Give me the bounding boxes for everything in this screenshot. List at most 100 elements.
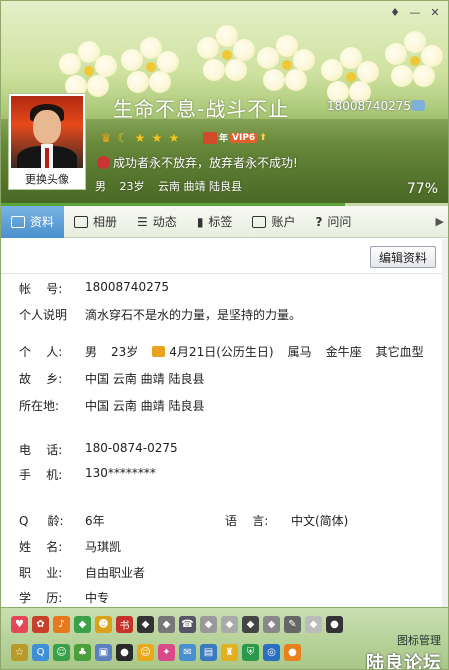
heart-icon[interactable]: ♥	[11, 616, 28, 633]
close-icon[interactable]: ✕	[428, 5, 442, 19]
pc-icon[interactable]: ▣	[95, 644, 112, 661]
vip-arrow-icon: ⬆	[259, 132, 267, 143]
flower-decoration	[321, 47, 381, 107]
icon-manage-link[interactable]: 图标管理	[397, 632, 441, 648]
clover-icon[interactable]: ♣	[74, 644, 91, 661]
diamond-silver-icon[interactable]: ◆	[200, 616, 217, 633]
bomb-icon[interactable]: ●	[326, 616, 343, 633]
bookmark-tag-icon: ▮	[196, 214, 204, 229]
tab-album[interactable]: 相册	[64, 206, 127, 238]
account-row: 帐 号: 18008740275	[19, 280, 169, 297]
personal-age: 23岁	[111, 345, 139, 359]
pet-icon[interactable]: ✿	[32, 616, 49, 633]
tab-account[interactable]: 账户	[242, 206, 305, 238]
change-avatar-link[interactable]: 更换头像	[11, 171, 83, 187]
diamond-steel-icon[interactable]: ◆	[263, 616, 280, 633]
gender: 男	[95, 180, 106, 193]
nickname: 生命不息-战斗不止	[113, 97, 290, 121]
music-icon[interactable]: ♪	[53, 616, 70, 633]
mobile-row: 手 机: 130********	[19, 466, 156, 483]
phone-icon[interactable]: ☎	[179, 616, 196, 633]
name-label: 姓 名:	[19, 540, 63, 554]
name-value: 马琪凯	[85, 540, 122, 554]
completion-percent: 77%	[406, 181, 438, 197]
tab-scroll-right-icon[interactable]: ▶	[436, 215, 444, 228]
scrollbar[interactable]	[442, 239, 448, 607]
forum-watermark: 陆良论坛	[366, 653, 442, 670]
show-icon[interactable]: ☻	[95, 616, 112, 633]
vip-crown-icon	[203, 131, 217, 144]
star-icon[interactable]: ☆	[11, 644, 28, 661]
job-row: 职 业: 自由职业者	[19, 564, 145, 581]
signature-text: 成功者永不放弃，放弃者永不成功!	[113, 156, 298, 170]
diamond-gray-icon[interactable]: ◆	[158, 616, 175, 633]
flower-decoration	[59, 41, 119, 101]
qq-show-icon[interactable]: ✦	[158, 644, 175, 661]
vip-year-label: 年	[219, 134, 229, 144]
account-label: 帐 号:	[19, 282, 63, 296]
description-value: 滴水穿石不是水的力量，是坚持的力量。	[85, 308, 302, 322]
ball-icon[interactable]: ●	[284, 644, 301, 661]
key-icon[interactable]: ✎	[284, 616, 301, 633]
job-value: 自由职业者	[85, 566, 146, 580]
minimize-icon[interactable]: —	[408, 5, 422, 19]
tab-feed[interactable]: ☰ 动态	[127, 206, 187, 238]
signature[interactable]: 成功者永不放弃，放弃者永不成功!	[97, 154, 298, 171]
description-row: 个人说明 滴水穿石不是水的力量，是坚持的力量。	[19, 306, 301, 323]
game-icon[interactable]: ◆	[74, 616, 91, 633]
service-icons-row-1: ♥ ✿ ♪ ◆ ☻ 书 ◆ ◆ ☎ ◆ ◆ ◆ ◆ ✎ ◆ ●	[11, 616, 343, 633]
flower-decoration	[121, 37, 181, 97]
age: 23岁	[119, 180, 145, 193]
diamond-light-icon[interactable]: ◆	[221, 616, 238, 633]
personal-label: 个 人:	[19, 345, 63, 359]
star-level-icon: ★	[134, 131, 146, 145]
photo-album-icon	[74, 215, 89, 228]
diamond-black-icon[interactable]: ◆	[137, 616, 154, 633]
tab-profile[interactable]: 资料	[1, 205, 65, 238]
smile-icon[interactable]: ☺	[137, 644, 154, 661]
book-icon[interactable]: 书	[116, 616, 133, 633]
phone-row: 电 话: 180-0874-0275	[19, 441, 178, 458]
tab-label: 标签	[208, 215, 233, 229]
hometown-label: 故 乡:	[19, 372, 63, 386]
flower-decoration	[385, 31, 445, 91]
shield-icon[interactable]: ⛨	[242, 644, 259, 661]
window-controls: ♦ — ✕	[388, 5, 442, 19]
vip-badge[interactable]: 年 VIP6 ⬆	[203, 131, 267, 144]
chat-icon[interactable]: ☺	[53, 644, 70, 661]
qzone-icon[interactable]: Q	[32, 644, 49, 661]
description-label: 个人说明	[19, 308, 68, 322]
tab-tags[interactable]: ▮ 标签	[187, 206, 243, 238]
avatar-frame[interactable]: 更换头像	[8, 93, 86, 190]
level-badges[interactable]: ♛ ☾ ★ ★ ★	[99, 131, 181, 145]
skin-icon[interactable]: ♦	[388, 5, 402, 19]
avatar[interactable]	[11, 96, 83, 168]
personal-value: 男 23岁 4月21日(公历生日) 属马 金牛座 其它血型	[85, 343, 438, 360]
tab-question[interactable]: ? 问问	[305, 206, 361, 238]
name-row: 姓 名: 马琪凯	[19, 538, 121, 555]
diamond-dark-icon[interactable]: ◆	[242, 616, 259, 633]
profile-window: ♦ — ✕ 更换头像 生命不息-战斗不止 18008740275 ♛ ☾ ★ ★…	[0, 0, 449, 670]
mobile-label: 手 机:	[19, 468, 63, 482]
mail-icon[interactable]: ✉	[179, 644, 196, 661]
education-label: 学 历:	[19, 591, 63, 605]
star-level-icon: ★	[151, 131, 163, 145]
tab-label: 相册	[93, 215, 118, 229]
qq-account-icon[interactable]	[411, 100, 425, 111]
question-icon: ?	[315, 214, 323, 229]
diamond-pale-icon[interactable]: ◆	[305, 616, 322, 633]
education-value: 中专	[85, 591, 110, 605]
globe-icon[interactable]: ◎	[263, 644, 280, 661]
birthday-crown-icon	[152, 346, 166, 357]
photo-icon[interactable]: ▤	[200, 644, 217, 661]
tab-label: 问问	[327, 215, 352, 229]
edit-profile-button[interactable]: 编辑资料	[369, 246, 436, 268]
phone-label: 电 话:	[19, 443, 63, 457]
hat-icon[interactable]: ♜	[221, 644, 238, 661]
star-level-icon: ★	[168, 131, 180, 145]
basic-info: 男 23岁 云南 曲靖 陆良县	[95, 178, 252, 194]
location-value: 中国 云南 曲靖 陆良县	[85, 399, 205, 413]
moon-level-icon: ☾	[117, 131, 129, 145]
penguin-icon[interactable]: ●	[116, 644, 133, 661]
tab-bar: 资料 相册 ☰ 动态 ▮ 标签 账户 ? 问问	[1, 205, 448, 238]
